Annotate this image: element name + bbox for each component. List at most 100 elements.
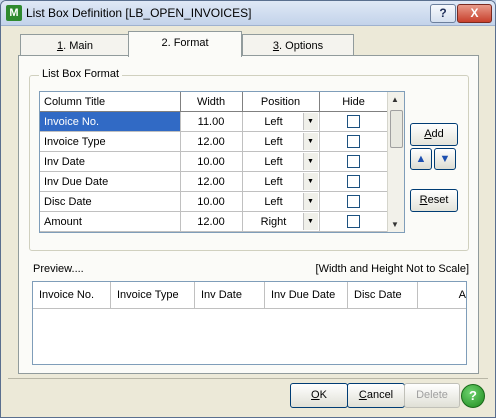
position-value: Left [264,195,283,208]
col-header-position[interactable]: Position [242,92,320,112]
row-position-cell[interactable]: Left ▼ [242,111,320,132]
table-row[interactable]: Amount 12.00 Right ▼ [40,211,389,232]
preview-col-header: Disc Date [348,282,418,308]
col-header-title[interactable]: Column Title [40,92,181,112]
format-grid[interactable]: Column Title Width Position Hide Invoice… [39,91,405,233]
row-position-cell[interactable]: Left ▼ [242,171,320,192]
row-width-cell[interactable]: 12.00 [180,171,243,192]
list-box-format-label: List Box Format [39,68,123,80]
preview-col-header: Invoice Type [111,282,195,308]
scroll-down-icon[interactable]: ▼ [391,220,399,229]
preview-col-header: Invoice No. [33,282,111,308]
tab-main[interactable]: 1. Main [20,34,130,57]
scroll-up-icon[interactable]: ▲ [391,95,399,104]
position-value: Right [260,215,287,228]
ok-accel: O [311,389,320,401]
cancel-label: ancel [366,389,394,401]
hide-checkbox[interactable] [347,135,360,148]
arrow-down-icon: ▼ [439,153,451,165]
table-row[interactable]: Inv Due Date 12.00 Left ▼ [40,171,389,192]
tab-format-label: . Format [167,37,209,49]
tab-options-label: . Options [279,40,324,52]
delete-button[interactable]: Delete [404,383,460,408]
reset-button[interactable]: Reset [410,189,458,212]
table-row[interactable]: Invoice No. 11.00 Left ▼ [40,111,389,132]
row-position-cell[interactable]: Left ▼ [242,191,320,212]
dropdown-arrow-icon[interactable]: ▼ [302,173,318,190]
position-value: Left [264,175,283,188]
title-help-button[interactable]: ? [430,4,456,23]
position-value: Left [264,155,283,168]
row-width-cell[interactable]: 12.00 [180,211,243,232]
preview-scale-note: [Width and Height Not to Scale] [315,263,469,275]
cancel-button[interactable]: Cancel [347,383,405,408]
format-tab-panel: List Box Format Column Title Width Posit… [18,55,479,374]
hide-checkbox[interactable] [347,115,360,128]
hide-checkbox[interactable] [347,215,360,228]
row-title-cell[interactable]: Invoice No. [40,111,181,132]
grid-header-row: Column Title Width Position Hide [40,92,389,112]
dropdown-arrow-icon[interactable]: ▼ [302,113,318,130]
col-header-hide[interactable]: Hide [319,92,389,112]
preview-header-row: Invoice No. Invoice Type Inv Date Inv Du… [33,282,466,309]
title-bar[interactable]: M List Box Definition [LB_OPEN_INVOICES]… [1,1,495,26]
dropdown-arrow-icon[interactable]: ▼ [302,133,318,150]
preview-col-header: Inv Due Date [265,282,348,308]
preview-listbox[interactable]: Invoice No. Invoice Type Inv Date Inv Du… [32,281,467,365]
row-title-cell[interactable]: Inv Due Date [40,171,181,192]
row-title-cell[interactable]: Invoice Type [40,131,181,152]
tab-main-label: . Main [63,40,94,52]
window-title: List Box Definition [LB_OPEN_INVOICES] [26,6,252,20]
tab-format[interactable]: 2. Format [128,31,242,57]
row-hide-cell[interactable] [319,191,389,212]
tab-options[interactable]: 3. Options [242,34,354,57]
row-position-cell[interactable]: Left ▼ [242,151,320,172]
row-width-cell[interactable]: 10.00 [180,151,243,172]
row-title-cell[interactable]: Disc Date [40,191,181,212]
hide-checkbox[interactable] [347,195,360,208]
scrollbar-thumb[interactable] [390,110,403,148]
row-width-cell[interactable]: 10.00 [180,191,243,212]
table-row[interactable]: Invoice Type 12.00 Left ▼ [40,131,389,152]
reset-label: eset [427,194,449,206]
grid-vertical-scrollbar[interactable]: ▲ ▼ [387,92,404,232]
row-title-cell[interactable]: Inv Date [40,151,181,172]
table-row[interactable]: Inv Date 10.00 Left ▼ [40,151,389,172]
table-row[interactable]: Disc Date 10.00 Left ▼ [40,191,389,212]
position-value: Left [264,135,283,148]
position-value: Left [264,115,283,128]
hide-checkbox[interactable] [347,175,360,188]
dropdown-arrow-icon[interactable]: ▼ [302,213,318,230]
row-position-cell[interactable]: Right ▼ [242,211,320,232]
row-hide-cell[interactable] [319,131,389,152]
preview-col-header: A [458,289,466,301]
row-width-cell[interactable]: 11.00 [180,111,243,132]
ok-button[interactable]: OK [290,383,348,408]
add-accel: A [424,128,432,140]
col-header-width[interactable]: Width [180,92,243,112]
app-icon: M [6,5,22,21]
dialog-window: M List Box Definition [LB_OPEN_INVOICES]… [0,0,496,418]
reset-accel: R [419,194,428,206]
row-hide-cell[interactable] [319,111,389,132]
add-label: dd [431,128,444,140]
move-down-button[interactable]: ▼ [434,148,456,170]
move-up-button[interactable]: ▲ [410,148,432,170]
row-position-cell[interactable]: Left ▼ [242,131,320,152]
hide-checkbox[interactable] [347,155,360,168]
button-separator [8,378,488,379]
arrow-up-icon: ▲ [415,153,427,165]
row-hide-cell[interactable] [319,211,389,232]
help-icon[interactable]: ? [461,384,485,408]
dropdown-arrow-icon[interactable]: ▼ [302,153,318,170]
preview-label: Preview.... [33,263,84,275]
preview-col-header: Inv Date [195,282,265,308]
row-hide-cell[interactable] [319,171,389,192]
row-title-cell[interactable]: Amount [40,211,181,232]
row-hide-cell[interactable] [319,151,389,172]
close-button[interactable]: X [457,4,492,23]
dropdown-arrow-icon[interactable]: ▼ [302,193,318,210]
cancel-accel: C [358,389,367,401]
row-width-cell[interactable]: 12.00 [180,131,243,152]
add-button[interactable]: Add [410,123,458,146]
